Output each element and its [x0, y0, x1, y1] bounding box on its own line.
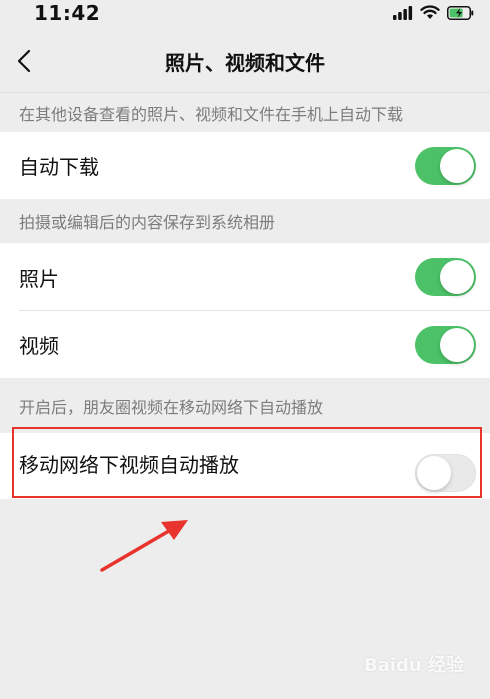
toggle-knob — [440, 327, 474, 362]
auto-download-label: 自动下载 — [19, 155, 99, 179]
section-header-save-to-album: 拍摄或编辑后的内容保存到系统相册 — [19, 213, 276, 232]
video-row[interactable]: 视频 — [0, 311, 490, 378]
toggle-knob — [440, 148, 474, 183]
video-label: 视频 — [19, 334, 59, 358]
nav-bar: 照片、视频和文件 — [0, 28, 490, 93]
status-bar: 11:42 — [0, 0, 490, 28]
cellular-autoplay-toggle[interactable] — [415, 454, 476, 492]
toggle-knob — [440, 260, 474, 294]
cellular-autoplay-row[interactable]: 移动网络下视频自动播放 — [0, 433, 490, 499]
page-title: 照片、视频和文件 — [165, 51, 325, 75]
save-photo-toggle[interactable] — [415, 258, 476, 296]
cellular-autoplay-label: 移动网络下视频自动播放 — [19, 453, 239, 477]
photo-row[interactable]: 照片 — [0, 243, 490, 311]
watermark: Baidu 经验 — [363, 655, 464, 676]
photo-label: 照片 — [19, 266, 59, 291]
auto-download-toggle[interactable] — [415, 146, 476, 185]
status-icons — [393, 5, 474, 20]
annotation-arrow-icon — [100, 520, 188, 572]
signal-icon — [393, 5, 413, 20]
wifi-icon — [420, 5, 440, 19]
save-video-toggle[interactable] — [415, 325, 476, 364]
battery-icon — [447, 5, 474, 20]
section-header-auto-download: 在其他设备查看的照片、视频和文件在手机上自动下载 — [19, 104, 404, 124]
toggle-knob — [417, 456, 451, 490]
auto-download-row[interactable]: 自动下载 — [0, 132, 490, 199]
status-time: 11:42 — [34, 1, 101, 25]
section-header-moments-autoplay: 开启后，朋友圈视频在移动网络下自动播放 — [19, 397, 324, 417]
